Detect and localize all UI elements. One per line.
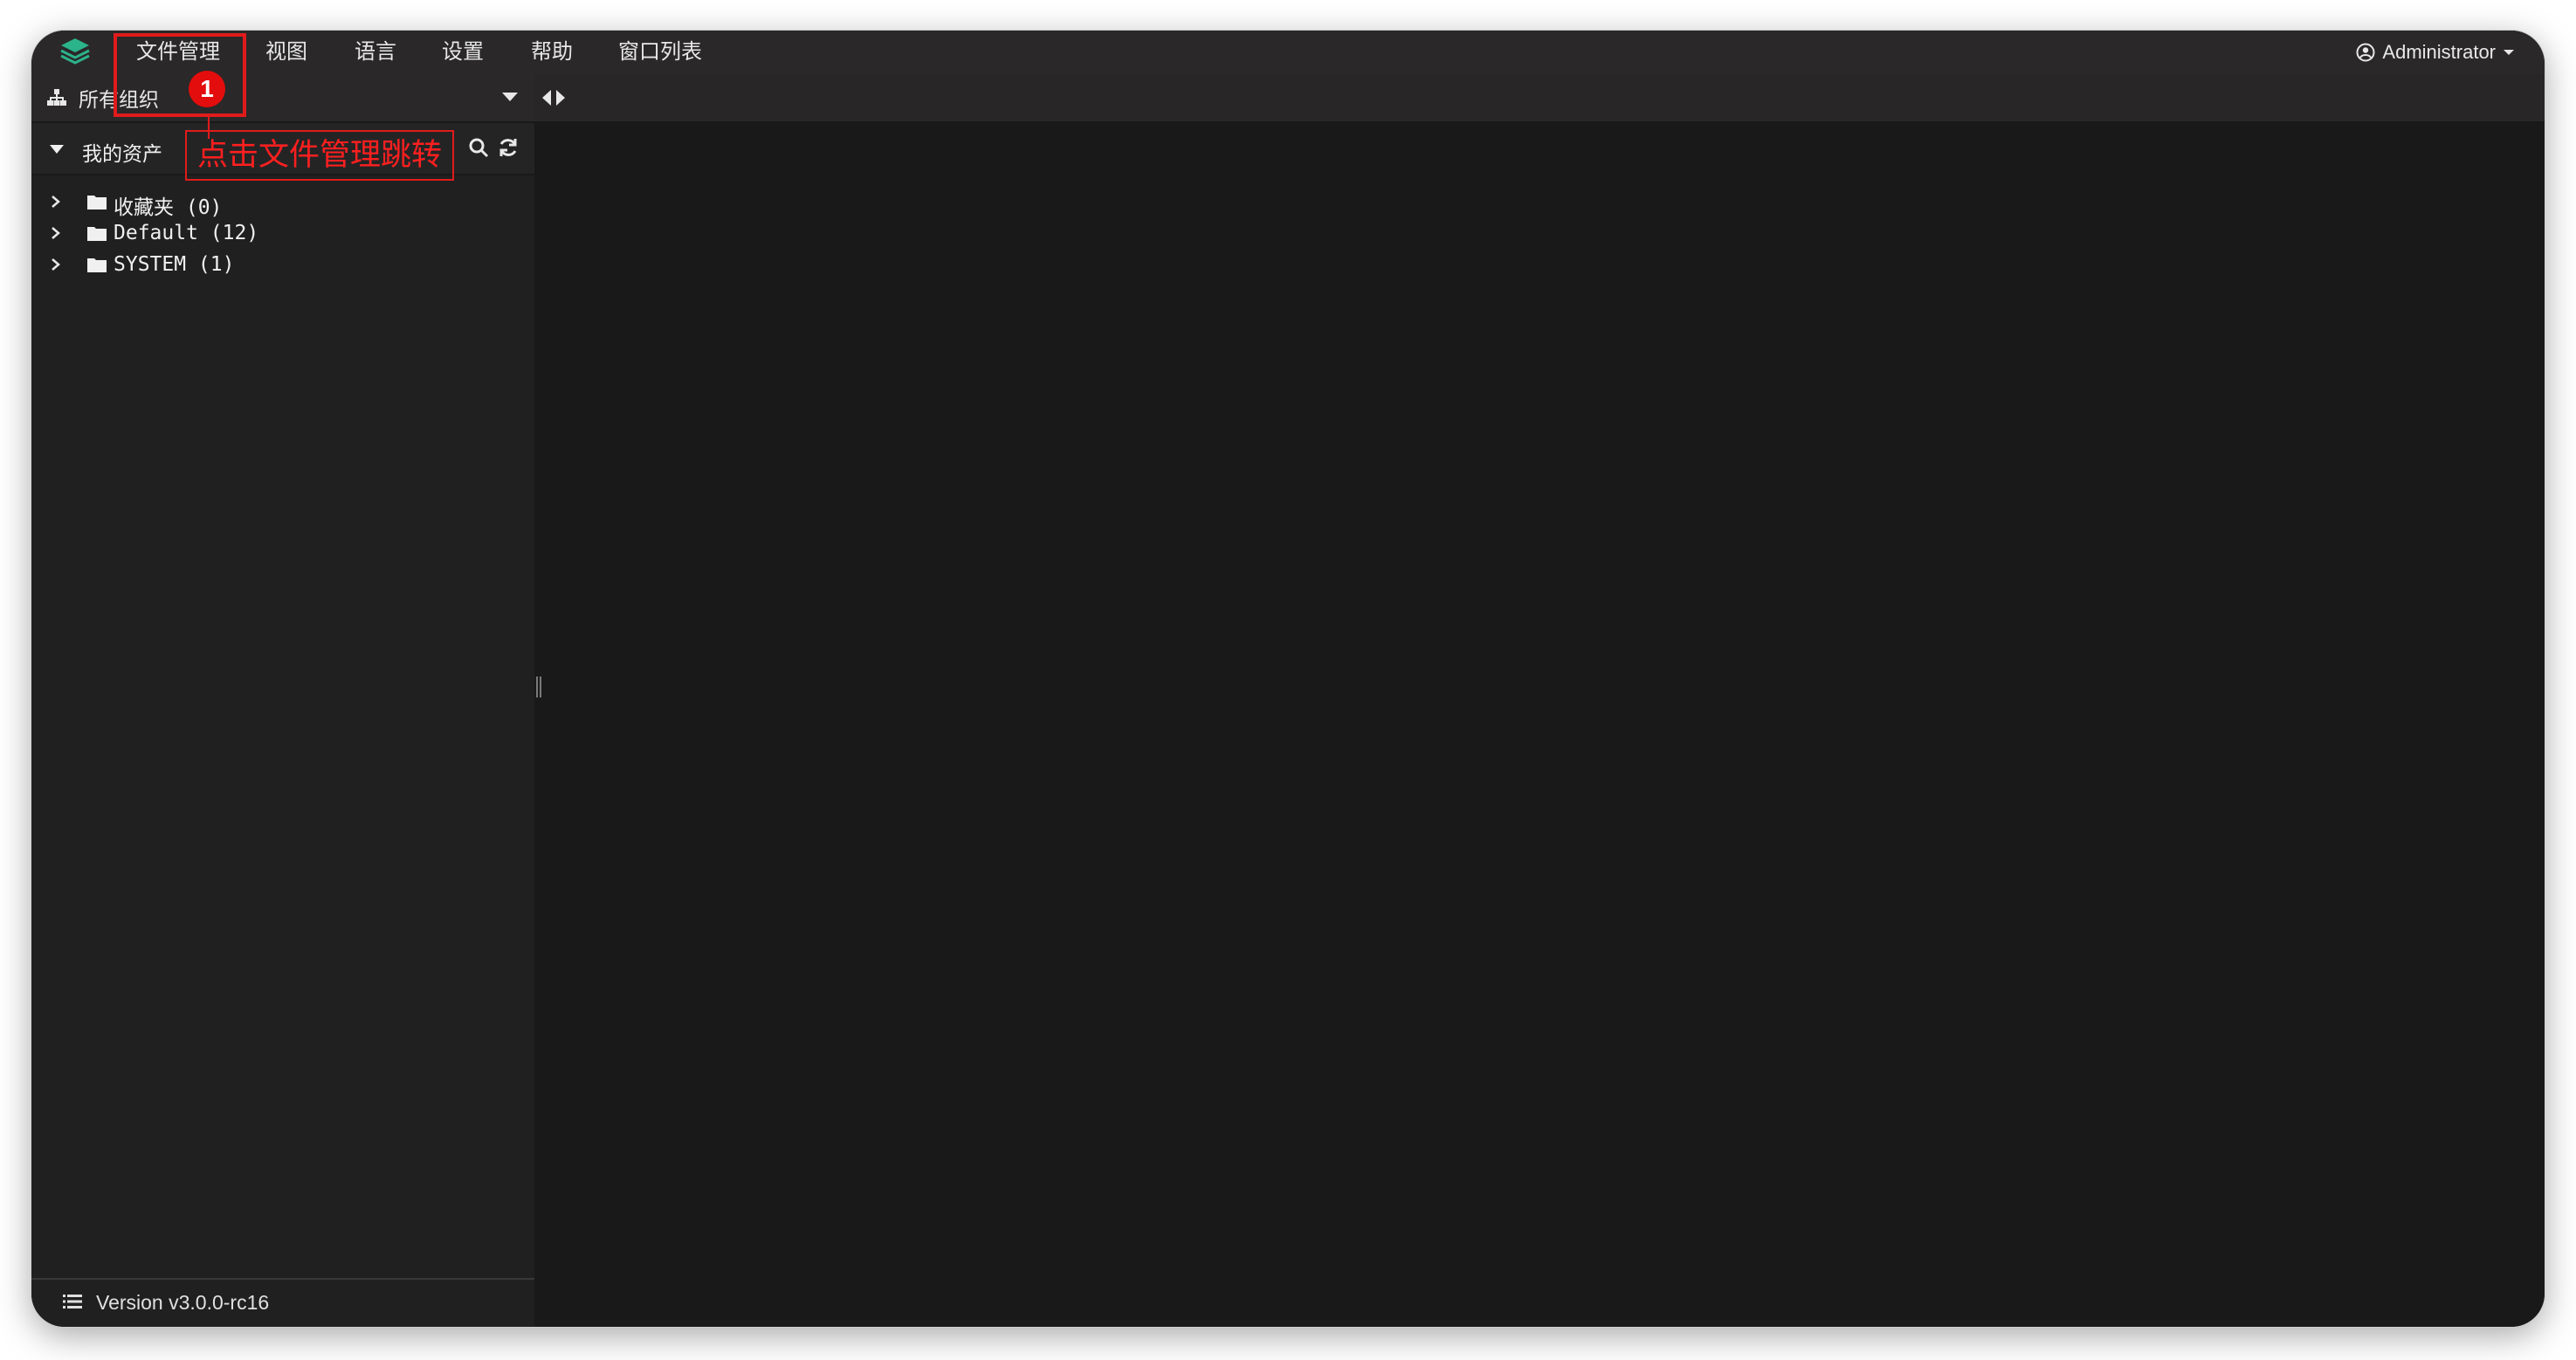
annotation-step-badge: 1 (189, 71, 225, 107)
menu-settings[interactable]: 设置 (442, 31, 484, 74)
asset-tree: 收藏夹 (0) Default (12) SYSTEM (1) (31, 186, 534, 280)
chevron-right-icon[interactable] (51, 226, 61, 240)
caret-down-icon (2504, 50, 2514, 55)
account-name: Administrator (2382, 41, 2496, 63)
tree-node-label: Default (12) (114, 222, 259, 244)
menu-bar: 文件管理 视图 语言 设置 帮助 窗口列表 Administrator (31, 31, 2545, 74)
chevron-right-icon[interactable] (51, 195, 61, 209)
tree-node-favorites[interactable]: 收藏夹 (0) (31, 186, 534, 219)
search-icon[interactable] (468, 137, 489, 158)
caret-right-icon[interactable] (555, 89, 566, 106)
menu-language[interactable]: 语言 (355, 31, 396, 74)
menu-window-list[interactable]: 窗口列表 (618, 31, 702, 74)
sidebar-footer: Version v3.0.0-rc16 (31, 1278, 534, 1327)
caret-down-icon[interactable] (501, 92, 519, 102)
panel-splitter-handle[interactable] (534, 677, 543, 697)
org-selector[interactable]: 所有组织 (31, 74, 534, 123)
collapse-triangle-icon[interactable] (49, 144, 65, 155)
refresh-icon[interactable] (498, 137, 519, 158)
main-content (534, 74, 2545, 1327)
tree-node-default[interactable]: Default (12) (31, 217, 534, 249)
assets-header-label: 我的资产 (82, 142, 162, 165)
app-logo-icon[interactable] (56, 35, 94, 70)
folder-icon (87, 258, 107, 272)
caret-left-icon[interactable] (541, 89, 552, 106)
chevron-right-icon[interactable] (51, 258, 61, 271)
folder-icon (87, 227, 107, 241)
folder-icon (87, 196, 107, 209)
sitemap-icon (47, 89, 66, 106)
user-circle-icon (2356, 43, 2375, 62)
tree-node-label: 收藏夹 (0) (114, 196, 223, 219)
version-label: Version v3.0.0-rc16 (96, 1291, 270, 1314)
tab-bar (534, 74, 2545, 121)
menu-help[interactable]: 帮助 (531, 31, 573, 74)
sidebar: 所有组织 我的资产 收藏夹 (0) Default (12) SYSTEM (1… (31, 74, 534, 1327)
list-icon[interactable] (63, 1294, 82, 1309)
annotation-label: 点击文件管理跳转 (185, 130, 455, 181)
tree-node-label: SYSTEM (1) (114, 253, 235, 276)
annotation-highlight-box (114, 33, 246, 117)
tree-node-system[interactable]: SYSTEM (1) (31, 249, 534, 280)
account-menu[interactable]: Administrator (2356, 31, 2515, 74)
app-window: 文件管理 视图 语言 设置 帮助 窗口列表 Administrator 所有组织… (31, 31, 2545, 1327)
menu-view[interactable]: 视图 (265, 31, 307, 74)
